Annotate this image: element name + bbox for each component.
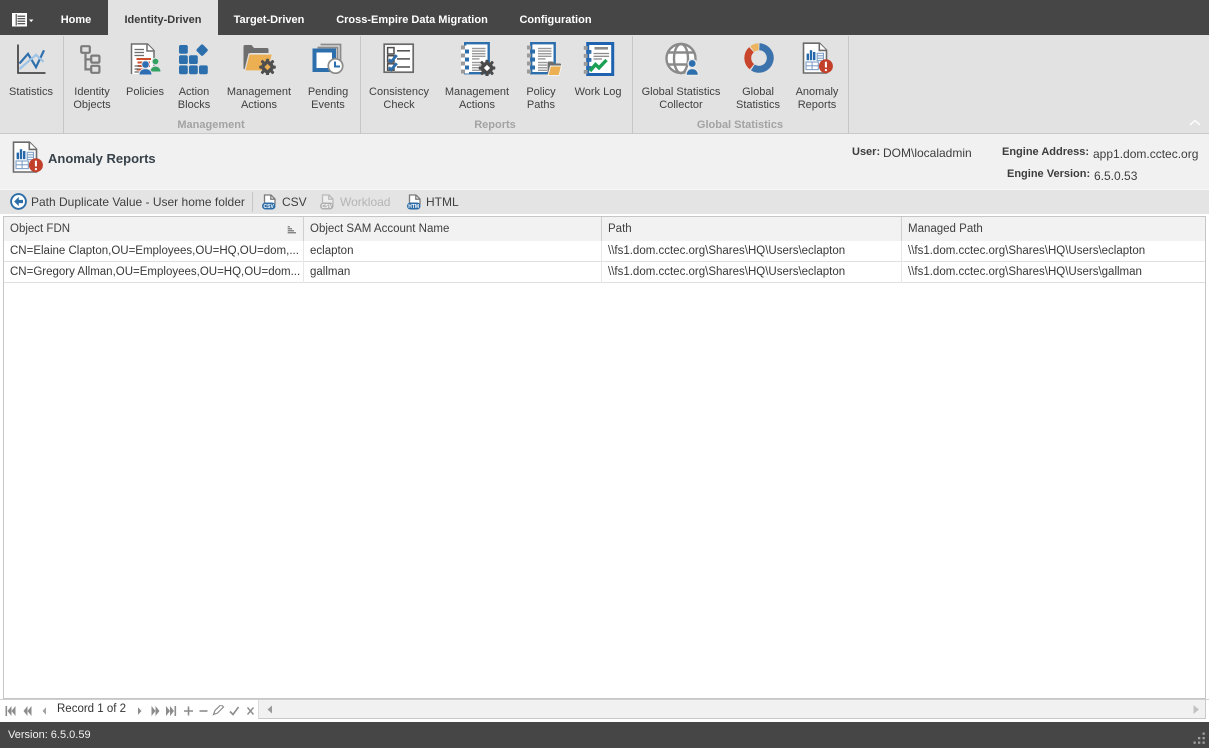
svg-text:HTM: HTM: [408, 204, 419, 210]
svg-text:CSV: CSV: [322, 204, 333, 210]
svg-text:CSV: CSV: [264, 204, 275, 210]
